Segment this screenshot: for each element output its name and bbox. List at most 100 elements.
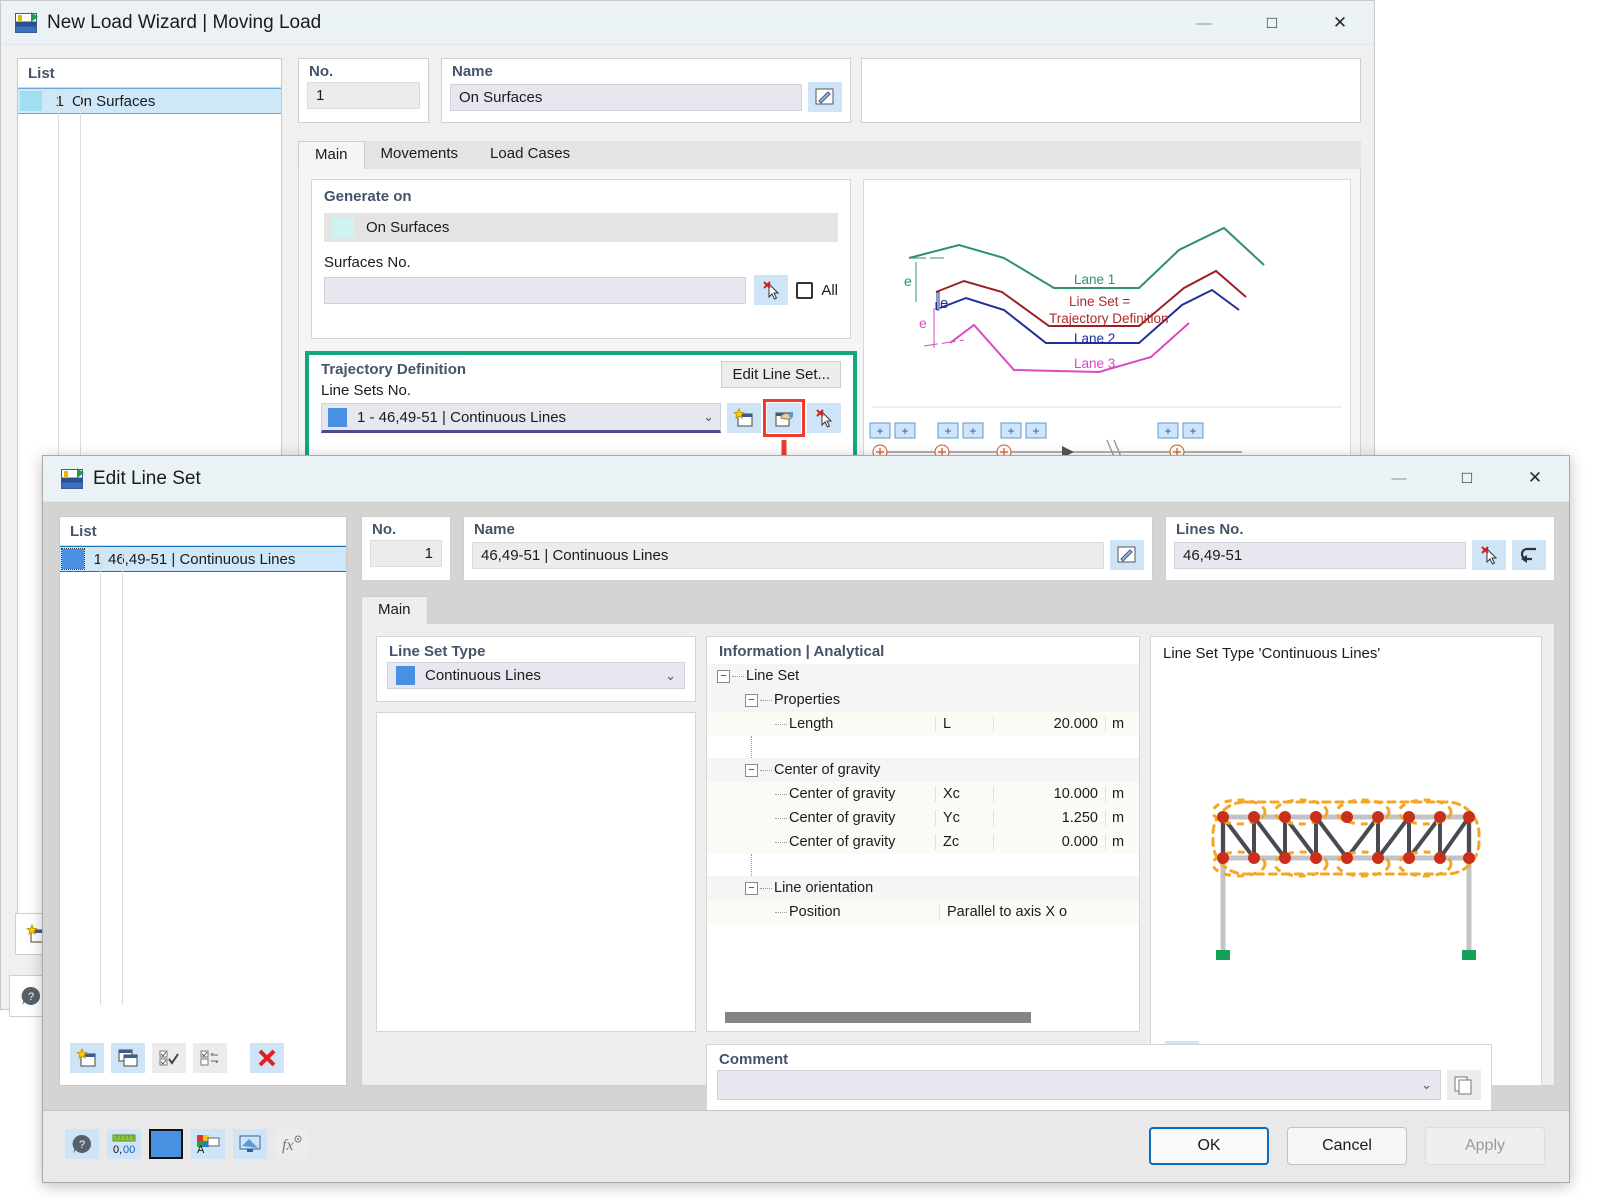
- units-decimals-button[interactable]: 0, 00: [107, 1129, 141, 1159]
- line-set-type-chevron-down-icon: ⌄: [665, 667, 676, 683]
- new-window-star-icon: [733, 408, 753, 427]
- reverse-lines-button[interactable]: [1512, 540, 1546, 570]
- help-button[interactable]: ?: [65, 1129, 99, 1159]
- dialog-tab-main[interactable]: Main: [361, 596, 428, 624]
- svg-text:00: 00: [123, 1144, 135, 1155]
- close-button[interactable]: ✕: [1306, 1, 1374, 45]
- tree-collapse-icon[interactable]: −: [745, 693, 758, 707]
- display-properties-button[interactable]: A: [191, 1129, 225, 1159]
- dialog-no-box: No. 1: [361, 516, 451, 581]
- dialog-footer: ? 0, 00 A fx OK Cancel Apply: [43, 1110, 1569, 1182]
- visibility-button[interactable]: [233, 1129, 267, 1159]
- tree-collapse-icon[interactable]: −: [745, 881, 758, 895]
- all-checkbox[interactable]: [796, 281, 814, 299]
- e-label-1: e: [904, 273, 912, 289]
- tree-row-label: Position: [789, 904, 841, 920]
- tree-collapse-icon[interactable]: −: [745, 763, 758, 777]
- generate-on-group: Generate on On Surfaces Surfaces No. All: [311, 179, 851, 339]
- ok-button[interactable]: OK: [1149, 1127, 1269, 1165]
- minimize-button[interactable]: —: [1170, 1, 1238, 45]
- dialog-maximize-button[interactable]: □: [1433, 456, 1501, 500]
- screen: New Load Wizard | Moving Load — □ ✕ List…: [0, 0, 1600, 1200]
- lanes-diagram: e e e Lane 1 Line Set = Trajectory Defin…: [869, 226, 1342, 465]
- comment-title: Comment: [719, 1051, 789, 1068]
- dialog-lines-no-input[interactable]: 46,49-51: [1174, 541, 1466, 569]
- pencil-box-glyph-2: [1117, 546, 1136, 563]
- color-palette-A-icon: A: [197, 1135, 220, 1155]
- line-sets-combo[interactable]: 1 - 46,49-51 | Continuous Lines ⌄: [321, 403, 721, 433]
- all-label: All: [821, 281, 838, 299]
- note-line-1: Line Set =: [1069, 294, 1130, 309]
- pick-lines-cursor-icon[interactable]: [1472, 540, 1506, 570]
- tree-row-value: 1.250: [993, 810, 1105, 826]
- dialog-no-input[interactable]: 1: [370, 540, 442, 567]
- tree-connector: [775, 723, 787, 725]
- pick-line-set-cursor-icon[interactable]: [807, 403, 841, 433]
- tree-connector: [775, 793, 787, 795]
- right-preview-title: Line Set Type 'Continuous Lines': [1163, 645, 1381, 662]
- line-set-type-title: Line Set Type: [389, 643, 486, 660]
- new-line-set-button[interactable]: [727, 403, 761, 433]
- tree-row[interactable]: Length L 20.000 m: [707, 712, 1139, 736]
- line-set-type-combo[interactable]: Continuous Lines ⌄: [387, 662, 685, 689]
- information-horizontal-scrollbar[interactable]: [725, 1012, 1031, 1023]
- tree-row[interactable]: − Line Set: [707, 664, 1139, 688]
- pick-surfaces-cursor-icon[interactable]: [754, 275, 789, 305]
- svg-text:+: +: [1032, 424, 1039, 438]
- tree-row-value: 20.000: [993, 716, 1105, 732]
- comment-input[interactable]: ⌄: [717, 1070, 1441, 1100]
- color-button[interactable]: [149, 1129, 183, 1159]
- tab-main[interactable]: Main: [298, 141, 365, 169]
- svg-text:?: ?: [28, 991, 34, 1003]
- generate-on-title: Generate on: [324, 188, 412, 205]
- invert-selection-button[interactable]: [193, 1043, 227, 1073]
- wizard-list-item-label: On Surfaces: [72, 92, 156, 110]
- svg-text:+: +: [1189, 424, 1196, 438]
- tree-row[interactable]: − Line orientation: [707, 876, 1139, 900]
- information-tree: − Line Set − Properties Length L 20.000 …: [707, 664, 1139, 924]
- comment-library-button[interactable]: [1447, 1070, 1481, 1100]
- comment-chevron-down-icon[interactable]: ⌄: [1421, 1077, 1432, 1093]
- tree-row[interactable]: Center of gravity Yc 1.250 m: [707, 806, 1139, 830]
- generate-on-selected[interactable]: On Surfaces: [324, 213, 838, 242]
- tree-row[interactable]: Center of gravity Zc 0.000 m: [707, 830, 1139, 854]
- copy-line-set-button[interactable]: [111, 1043, 145, 1073]
- svg-text:+: +: [901, 424, 908, 438]
- tree-row[interactable]: Position Parallel to axis X o: [707, 900, 1139, 924]
- edit-line-set-button[interactable]: Edit Line Set...: [721, 361, 841, 388]
- dialog-minimize-button[interactable]: —: [1365, 456, 1433, 500]
- tree-row[interactable]: Center of gravity Xc 10.000 m: [707, 782, 1139, 806]
- maximize-button[interactable]: □: [1238, 1, 1306, 45]
- tree-connector: [732, 675, 744, 677]
- tab-movements[interactable]: Movements: [364, 141, 475, 169]
- tree-row-value: Parallel to axis X o: [939, 904, 1139, 920]
- line-set-color-swatch-icon: [328, 407, 347, 427]
- tree-collapse-icon[interactable]: −: [717, 669, 730, 683]
- help-question-icon: ?: [21, 986, 41, 1005]
- tree-row-unit: m: [1105, 786, 1139, 802]
- dialog-name-input[interactable]: 46,49-51 | Continuous Lines: [472, 541, 1104, 569]
- dialog-close-button[interactable]: ✕: [1501, 456, 1569, 500]
- return-arrow-icon: [1520, 547, 1536, 563]
- tree-row[interactable]: − Center of gravity: [707, 758, 1139, 782]
- dialog-name-box: Name 46,49-51 | Continuous Lines: [463, 516, 1153, 581]
- dialog-rename-pencil-icon[interactable]: [1110, 540, 1144, 570]
- wizard-name-input[interactable]: On Surfaces: [450, 83, 802, 111]
- delete-line-set-button[interactable]: [250, 1043, 284, 1073]
- svg-text:fx: fx: [282, 1137, 294, 1154]
- wizard-list-item-number: 1: [55, 92, 64, 110]
- tab-load-cases[interactable]: Load Cases: [474, 141, 587, 169]
- surfaces-no-input[interactable]: [324, 276, 747, 304]
- formula-button[interactable]: fx: [275, 1129, 309, 1159]
- select-all-button[interactable]: [152, 1043, 186, 1073]
- new-line-set-toolbar-button[interactable]: [70, 1043, 104, 1073]
- information-panel: Information | Analytical − Line Set − Pr…: [706, 636, 1140, 1032]
- copy-windows-icon: [118, 1049, 138, 1067]
- apply-button[interactable]: Apply: [1425, 1127, 1545, 1165]
- cancel-button[interactable]: Cancel: [1287, 1127, 1407, 1165]
- dialog-list-item[interactable]: 1 46,49-51 | Continuous Lines: [60, 546, 346, 572]
- tree-row[interactable]: − Properties: [707, 688, 1139, 712]
- rename-pencil-icon[interactable]: [808, 82, 842, 112]
- edit-line-set-icon-button[interactable]: [763, 399, 805, 437]
- wizard-no-input[interactable]: 1: [307, 82, 420, 109]
